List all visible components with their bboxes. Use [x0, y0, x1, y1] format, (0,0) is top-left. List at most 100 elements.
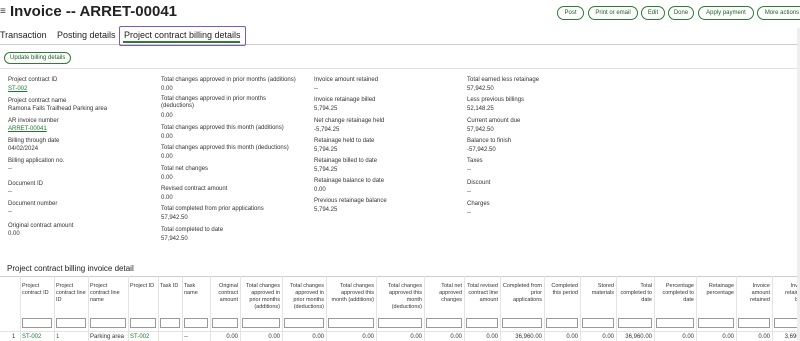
col-changes-month-additions-header[interactable]: Total changes approved this month (addit…	[328, 283, 375, 304]
field-label: Total changes approved in prior months (…	[161, 96, 267, 109]
col-invoice-amount-retained-header[interactable]: Invoice amount retained	[738, 283, 770, 304]
field-value: 0.00	[314, 187, 326, 193]
col-original-contract-amount-filter-input[interactable]	[212, 318, 238, 328]
field-value: -57,942.50	[467, 147, 496, 153]
field-value: 57,942.50	[161, 236, 188, 242]
col-total-completed-to-date-filter-input[interactable]	[618, 318, 652, 328]
field-label: Retainage billed to date	[314, 158, 378, 164]
col-changes-month-additions-filter-input[interactable]	[328, 318, 374, 328]
column-divider	[654, 276, 655, 341]
col-task-name-filter-input[interactable]	[184, 318, 208, 328]
column-divider	[500, 276, 501, 341]
col-changes-prior-deductions-cell: 0.00	[312, 334, 324, 340]
col-task-id-header[interactable]: Task ID	[160, 283, 180, 290]
field-label: Project contract ID	[8, 77, 58, 83]
col-project-id-header[interactable]: Project ID	[130, 283, 156, 290]
col-changes-prior-additions-header[interactable]: Total changes approved in prior months (…	[242, 283, 280, 311]
field-label: Total earned less retainage	[467, 77, 540, 83]
field-label: Billing application no.	[8, 158, 65, 164]
billing-details-panel	[0, 68, 800, 250]
col-completed-this-period-cell: 0.00	[566, 334, 578, 340]
project-contract-id-link[interactable]: ST-002	[8, 86, 27, 93]
col-total-revised-line-amount-cell: 0.00	[486, 334, 498, 340]
col-task-name-header[interactable]: Task name	[184, 283, 208, 297]
col-changes-prior-deductions-header[interactable]: Total changes approved in prior months (…	[284, 283, 324, 311]
apply-payment-button[interactable]: Apply payment	[698, 6, 754, 20]
col-retainage-percentage-filter-input[interactable]	[698, 318, 734, 328]
col-retainage-percentage-header[interactable]: Retainage percentage	[698, 283, 734, 297]
col-total-revised-line-amount-filter-input[interactable]	[466, 318, 498, 328]
col-project-id-filter-input[interactable]	[130, 318, 156, 328]
field-value: 0.00	[161, 113, 173, 119]
col-percentage-completed-header[interactable]: Percentage completed to date	[656, 283, 695, 304]
col-stored-materials-header[interactable]: Stored materials	[582, 283, 614, 297]
tab-posting-details[interactable]: Posting details	[57, 30, 116, 40]
col-changes-month-deductions-filter-input[interactable]	[378, 318, 422, 328]
column-divider	[240, 276, 241, 341]
column-divider	[88, 276, 89, 341]
column-divider	[182, 276, 183, 341]
ar-invoice-number-link[interactable]: ARRET-00041	[8, 126, 47, 133]
menu-icon[interactable]: ≡	[0, 6, 6, 17]
column-divider	[376, 276, 377, 341]
page-title: Invoice -- ARRET-00041	[10, 3, 177, 20]
field-label: Previous retainage balance	[314, 198, 387, 204]
col-total-completed-to-date-header[interactable]: Total completed to date	[618, 283, 653, 304]
col-changes-month-deductions-header[interactable]: Total changes approved this month (deduc…	[378, 283, 422, 311]
field-value: --	[467, 167, 471, 173]
col-project-contract-line-id-filter-input[interactable]	[56, 318, 86, 328]
col-project-contract-line-name-header[interactable]: Project contract line name	[90, 283, 126, 304]
col-completed-prior-header[interactable]: Completed from prior applications	[502, 283, 542, 304]
edit-button[interactable]: Edit	[641, 6, 665, 20]
field-label: Balance to finish	[467, 138, 512, 144]
col-completed-this-period-header[interactable]: Completed this period	[546, 283, 578, 297]
col-project-contract-line-id-link[interactable]: 1	[56, 334, 86, 340]
field-value: -5,794.25	[314, 127, 340, 133]
field-value: --	[467, 189, 471, 195]
col-completed-prior-filter-input[interactable]	[502, 318, 542, 328]
col-total-net-approved-changes-cell: 0.00	[450, 334, 462, 340]
col-project-contract-id-header[interactable]: Project contract ID	[22, 283, 52, 297]
field-label: Original contract amount	[8, 223, 74, 229]
col-total-net-approved-changes-filter-input[interactable]	[426, 318, 462, 328]
col-total-revised-line-amount-header[interactable]: Total revised contract line amount	[466, 283, 498, 304]
col-completed-this-period-filter-input[interactable]	[546, 318, 578, 328]
col-project-contract-line-name-filter-input[interactable]	[90, 318, 126, 328]
field-value: 5,794.25	[314, 106, 338, 112]
column-divider	[158, 276, 159, 341]
column-divider	[616, 276, 617, 341]
col-project-contract-id-link[interactable]: ST-002	[22, 334, 52, 340]
col-project-id-link[interactable]: ST-002	[130, 334, 156, 340]
field-label: Document number	[8, 201, 58, 207]
active-tab-indicator	[123, 41, 240, 43]
field-value: 0.00	[161, 134, 173, 140]
col-original-contract-amount-header[interactable]: Original contract amount	[212, 283, 238, 304]
update-billing-details-button[interactable]: Update billing details	[4, 52, 72, 64]
col-project-contract-id-filter-input[interactable]	[22, 318, 52, 328]
field-label: Charges	[467, 201, 490, 207]
col-stored-materials-filter-input[interactable]	[582, 318, 614, 328]
field-label: Document ID	[8, 181, 44, 187]
tab-project-contract-billing-details[interactable]: Project contract billing details	[124, 30, 241, 40]
col-changes-prior-additions-filter-input[interactable]	[242, 318, 280, 328]
field-value: 52,148.25	[467, 106, 494, 112]
print-email-button[interactable]: Print or email	[588, 6, 638, 20]
field-label: Taxes	[467, 158, 483, 164]
field-label: AR invoice number	[8, 118, 59, 124]
col-invoice-amount-retained-filter-input[interactable]	[738, 318, 770, 328]
col-changes-month-deductions-cell: 0.00	[410, 334, 422, 340]
col-task-id-filter-input[interactable]	[160, 318, 180, 328]
done-button[interactable]: Done	[668, 6, 694, 20]
field-label: Invoice retainage billed	[314, 97, 376, 103]
column-divider	[696, 276, 697, 341]
col-percentage-completed-filter-input[interactable]	[656, 318, 694, 328]
more-actions-button[interactable]: More actions	[757, 6, 800, 20]
col-completed-prior-cell: 36,960.00	[515, 334, 542, 340]
column-divider	[210, 276, 211, 341]
col-total-net-approved-changes-header[interactable]: Total net approved changes	[426, 283, 462, 304]
post-button[interactable]: Post	[557, 6, 584, 20]
tab-transaction[interactable]: Transaction	[0, 30, 47, 40]
col-changes-prior-deductions-filter-input[interactable]	[284, 318, 324, 328]
field-label: Less previous billings	[467, 97, 525, 103]
col-project-contract-line-id-header[interactable]: Project contract line ID	[56, 283, 86, 304]
